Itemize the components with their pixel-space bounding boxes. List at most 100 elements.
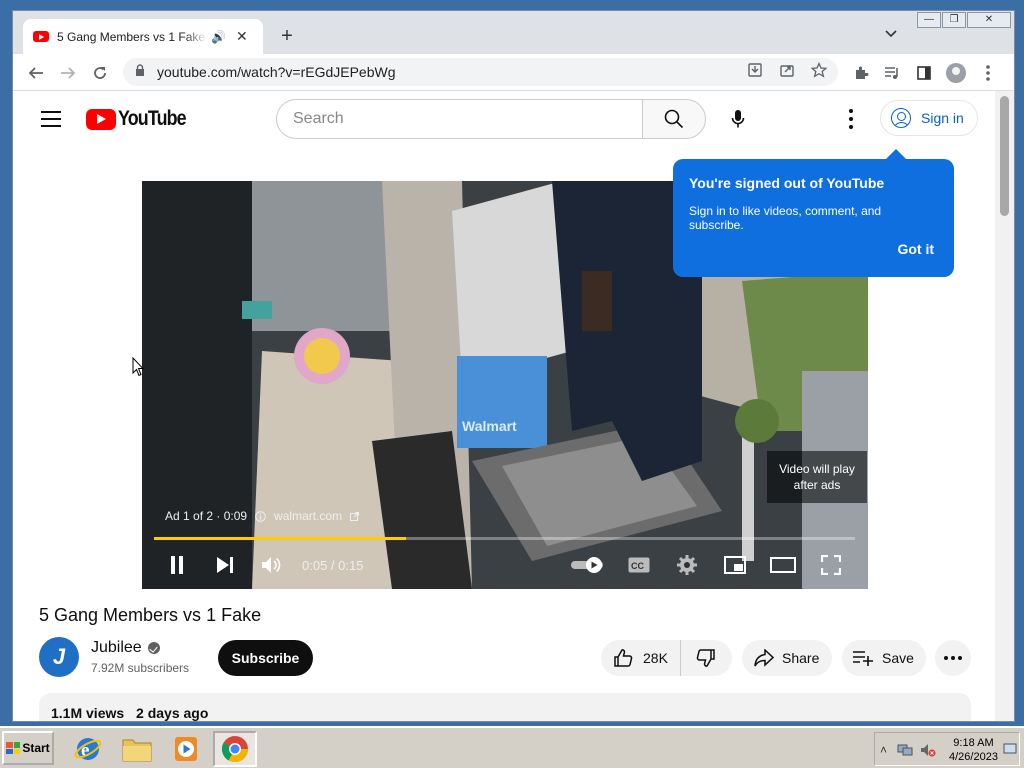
search-button[interactable] — [642, 99, 706, 139]
settings-menu-icon[interactable] — [841, 107, 861, 131]
browser-menu-icon[interactable] — [975, 60, 1001, 86]
dislike-button[interactable] — [681, 640, 731, 676]
share-arrow-icon — [754, 649, 774, 667]
volume-muted-icon[interactable] — [920, 743, 936, 760]
progress-bar[interactable] — [154, 537, 855, 540]
share-button[interactable]: Share — [742, 640, 832, 676]
like-dislike-group: 28K — [601, 640, 732, 676]
captions-icon[interactable]: CC — [626, 551, 652, 579]
sign-in-button[interactable]: Sign in — [880, 100, 978, 136]
progress-fill — [154, 537, 407, 540]
pause-icon[interactable] — [164, 551, 190, 579]
fullscreen-icon[interactable] — [818, 551, 844, 579]
clock-date: 4/26/2023 — [949, 751, 998, 763]
side-panel-icon[interactable] — [911, 60, 937, 86]
browser-window: 5 Gang Members vs 1 Fake - YouTube 🔊 ✕ +… — [12, 10, 1015, 722]
tooltip-title: You're signed out of YouTube — [689, 175, 885, 191]
skip-line2: after ads — [793, 478, 841, 492]
skip-line1: Video will play — [779, 462, 855, 476]
url-text: youtube.com/watch?v=rEGdJEPebWg — [157, 64, 396, 80]
taskbar-clock[interactable]: 9:18 AM 4/26/2023 — [949, 736, 998, 764]
back-arrow-icon[interactable] — [23, 60, 49, 86]
voice-search-button[interactable] — [718, 99, 758, 139]
address-bar[interactable]: youtube.com/watch?v=rEGdJEPebWg — [123, 58, 838, 86]
thumbs-up-icon — [614, 649, 633, 667]
bookmark-star-icon[interactable] — [810, 61, 828, 82]
extensions-icon[interactable] — [848, 60, 874, 86]
network-icon[interactable] — [897, 743, 913, 760]
save-label: Save — [882, 650, 914, 666]
scrollbar-thumb[interactable] — [1000, 96, 1009, 216]
close-tab-icon[interactable]: ✕ — [236, 28, 248, 45]
subscribe-button[interactable]: Subscribe — [218, 640, 313, 676]
youtube-play-icon — [86, 108, 116, 130]
like-count: 28K — [643, 650, 668, 666]
media-control-icon[interactable] — [879, 60, 905, 86]
description-box[interactable]: 1.1M views 2 days ago — [39, 693, 971, 721]
channel-name-link[interactable]: Jubilee — [91, 639, 160, 657]
settings-gear-icon[interactable] — [674, 551, 700, 579]
channel-avatar[interactable]: J — [39, 637, 79, 677]
youtube-logo[interactable]: YouTube — [86, 107, 198, 131]
internet-explorer-icon[interactable]: e — [66, 731, 110, 767]
sign-in-label: Sign in — [921, 110, 964, 126]
volume-icon[interactable] — [258, 551, 284, 579]
browser-tab[interactable]: 5 Gang Members vs 1 Fake - YouTube 🔊 ✕ — [23, 19, 263, 54]
profile-avatar-icon[interactable] — [943, 60, 969, 86]
windows-flag-icon — [6, 742, 21, 754]
start-button[interactable]: Start — [2, 731, 54, 765]
verified-check-icon — [147, 642, 160, 654]
speaker-icon[interactable]: 🔊 — [211, 30, 226, 44]
chrome-taskbar-icon[interactable] — [213, 731, 257, 767]
new-tab-button[interactable]: + — [275, 24, 299, 48]
taskbar: Start e ˄ 9:18 AM 4/26/2023 — [0, 726, 1024, 768]
search-icon — [664, 109, 684, 129]
mouse-cursor-icon — [132, 357, 144, 377]
reload-icon[interactable] — [87, 60, 113, 86]
ad-site-link[interactable]: walmart.com — [274, 509, 342, 523]
browser-toolbar: youtube.com/watch?v=rEGdJEPebWg — [13, 54, 1014, 91]
close-window-button[interactable]: ✕ — [967, 12, 1011, 28]
account-icon — [891, 108, 911, 128]
forward-arrow-icon[interactable] — [55, 60, 81, 86]
install-icon[interactable] — [747, 62, 763, 82]
signed-out-tooltip: You're signed out of YouTube Sign in to … — [673, 149, 954, 277]
start-label: Start — [22, 741, 50, 755]
tooltip-body: Sign in to like videos, comment, and sub… — [689, 204, 882, 232]
tab-search-chevron-icon[interactable] — [885, 27, 897, 41]
like-button[interactable]: 28K — [601, 640, 681, 676]
restore-button[interactable]: ❐ — [942, 12, 966, 28]
view-count: 1.1M views — [51, 705, 125, 721]
save-button[interactable]: Save — [842, 640, 926, 676]
microphone-icon — [731, 110, 745, 128]
next-icon[interactable] — [212, 551, 238, 579]
autoplay-toggle-icon[interactable] — [570, 551, 606, 579]
youtube-logo-text: YouTube — [118, 107, 187, 130]
more-actions-icon[interactable] — [935, 640, 971, 676]
video-title: 5 Gang Members vs 1 Fake — [39, 605, 262, 625]
file-explorer-icon[interactable] — [115, 731, 159, 767]
show-desktop-icon[interactable] — [1003, 743, 1017, 758]
youtube-page: YouTube Search Sign in Walmart Ad 1 of 2… — [13, 91, 997, 721]
search-input[interactable]: Search — [276, 99, 643, 139]
playlist-add-icon — [853, 651, 873, 666]
tab-title: 5 Gang Members vs 1 Fake - YouTube — [57, 29, 207, 44]
ad-skip-notice: Video will play after ads — [767, 451, 867, 503]
youtube-favicon-icon — [33, 31, 49, 42]
miniplayer-icon[interactable] — [722, 551, 748, 579]
channel-name: Jubilee — [91, 639, 142, 656]
theater-mode-icon[interactable] — [769, 551, 797, 579]
minimize-button[interactable]: — — [917, 12, 941, 28]
hamburger-menu-icon[interactable] — [41, 111, 61, 127]
player-controls: 0:05 / 0:15 CC — [142, 547, 868, 583]
system-tray: ˄ 9:18 AM 4/26/2023 — [874, 732, 1020, 766]
got-it-button[interactable]: Got it — [897, 241, 934, 257]
time-display: 0:05 / 0:15 — [302, 558, 364, 573]
show-hidden-icons-chevron-icon[interactable]: ˄ — [880, 743, 887, 757]
info-icon[interactable] — [255, 510, 266, 522]
tab-strip: 5 Gang Members vs 1 Fake - YouTube 🔊 ✕ +… — [13, 11, 1014, 54]
share-page-icon[interactable] — [779, 62, 795, 82]
media-player-icon[interactable] — [164, 731, 208, 767]
lock-icon — [136, 64, 144, 76]
page-scrollbar[interactable] — [995, 91, 1014, 721]
